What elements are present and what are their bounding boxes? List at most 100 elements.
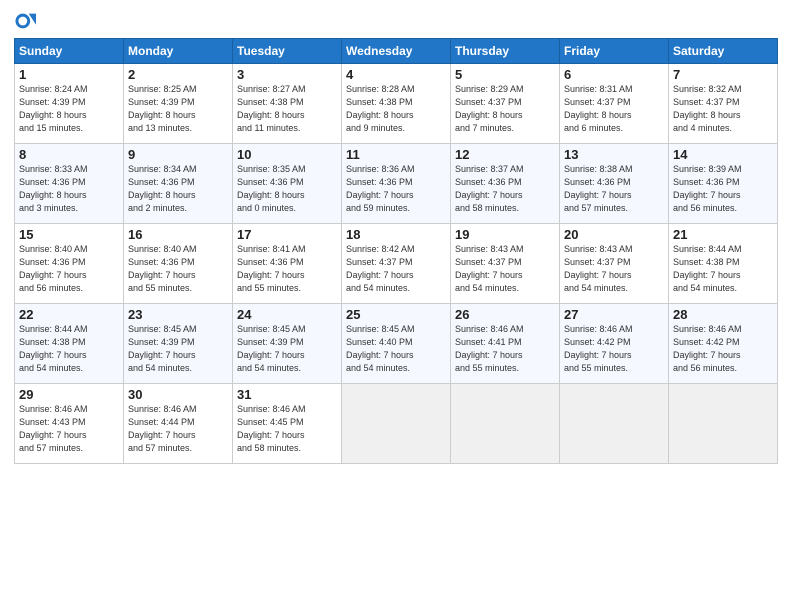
day-detail: Sunrise: 8:40 AM Sunset: 4:36 PM Dayligh… <box>128 243 228 295</box>
calendar-cell: 11Sunrise: 8:36 AM Sunset: 4:36 PM Dayli… <box>342 144 451 224</box>
day-detail: Sunrise: 8:35 AM Sunset: 4:36 PM Dayligh… <box>237 163 337 215</box>
day-number: 5 <box>455 67 555 82</box>
day-detail: Sunrise: 8:45 AM Sunset: 4:39 PM Dayligh… <box>128 323 228 375</box>
day-detail: Sunrise: 8:43 AM Sunset: 4:37 PM Dayligh… <box>455 243 555 295</box>
day-number: 10 <box>237 147 337 162</box>
day-detail: Sunrise: 8:29 AM Sunset: 4:37 PM Dayligh… <box>455 83 555 135</box>
day-number: 17 <box>237 227 337 242</box>
day-number: 11 <box>346 147 446 162</box>
day-detail: Sunrise: 8:46 AM Sunset: 4:45 PM Dayligh… <box>237 403 337 455</box>
calendar-cell: 25Sunrise: 8:45 AM Sunset: 4:40 PM Dayli… <box>342 304 451 384</box>
calendar-cell: 19Sunrise: 8:43 AM Sunset: 4:37 PM Dayli… <box>451 224 560 304</box>
day-detail: Sunrise: 8:34 AM Sunset: 4:36 PM Dayligh… <box>128 163 228 215</box>
calendar-cell: 10Sunrise: 8:35 AM Sunset: 4:36 PM Dayli… <box>233 144 342 224</box>
day-number: 8 <box>19 147 119 162</box>
calendar-header-tuesday: Tuesday <box>233 39 342 64</box>
page-container: SundayMondayTuesdayWednesdayThursdayFrid… <box>0 0 792 474</box>
day-number: 15 <box>19 227 119 242</box>
calendar-cell: 31Sunrise: 8:46 AM Sunset: 4:45 PM Dayli… <box>233 384 342 464</box>
day-number: 13 <box>564 147 664 162</box>
day-number: 22 <box>19 307 119 322</box>
day-detail: Sunrise: 8:27 AM Sunset: 4:38 PM Dayligh… <box>237 83 337 135</box>
calendar-cell: 14Sunrise: 8:39 AM Sunset: 4:36 PM Dayli… <box>669 144 778 224</box>
day-number: 9 <box>128 147 228 162</box>
calendar-header-row: SundayMondayTuesdayWednesdayThursdayFrid… <box>15 39 778 64</box>
day-number: 23 <box>128 307 228 322</box>
calendar-cell <box>342 384 451 464</box>
calendar-cell: 5Sunrise: 8:29 AM Sunset: 4:37 PM Daylig… <box>451 64 560 144</box>
day-detail: Sunrise: 8:42 AM Sunset: 4:37 PM Dayligh… <box>346 243 446 295</box>
day-number: 16 <box>128 227 228 242</box>
day-number: 29 <box>19 387 119 402</box>
calendar-cell: 28Sunrise: 8:46 AM Sunset: 4:42 PM Dayli… <box>669 304 778 384</box>
day-detail: Sunrise: 8:36 AM Sunset: 4:36 PM Dayligh… <box>346 163 446 215</box>
day-number: 26 <box>455 307 555 322</box>
day-number: 21 <box>673 227 773 242</box>
calendar-cell: 1Sunrise: 8:24 AM Sunset: 4:39 PM Daylig… <box>15 64 124 144</box>
logo-icon <box>14 10 36 32</box>
calendar-cell <box>560 384 669 464</box>
day-number: 31 <box>237 387 337 402</box>
calendar-header-thursday: Thursday <box>451 39 560 64</box>
day-detail: Sunrise: 8:39 AM Sunset: 4:36 PM Dayligh… <box>673 163 773 215</box>
day-detail: Sunrise: 8:32 AM Sunset: 4:37 PM Dayligh… <box>673 83 773 135</box>
day-number: 27 <box>564 307 664 322</box>
calendar-cell <box>669 384 778 464</box>
day-detail: Sunrise: 8:45 AM Sunset: 4:39 PM Dayligh… <box>237 323 337 375</box>
calendar-cell: 9Sunrise: 8:34 AM Sunset: 4:36 PM Daylig… <box>124 144 233 224</box>
calendar-cell: 29Sunrise: 8:46 AM Sunset: 4:43 PM Dayli… <box>15 384 124 464</box>
day-detail: Sunrise: 8:46 AM Sunset: 4:43 PM Dayligh… <box>19 403 119 455</box>
day-detail: Sunrise: 8:46 AM Sunset: 4:42 PM Dayligh… <box>673 323 773 375</box>
calendar-cell: 6Sunrise: 8:31 AM Sunset: 4:37 PM Daylig… <box>560 64 669 144</box>
calendar-header-sunday: Sunday <box>15 39 124 64</box>
day-number: 24 <box>237 307 337 322</box>
calendar-cell: 12Sunrise: 8:37 AM Sunset: 4:36 PM Dayli… <box>451 144 560 224</box>
calendar-header-wednesday: Wednesday <box>342 39 451 64</box>
day-detail: Sunrise: 8:43 AM Sunset: 4:37 PM Dayligh… <box>564 243 664 295</box>
day-detail: Sunrise: 8:46 AM Sunset: 4:42 PM Dayligh… <box>564 323 664 375</box>
calendar-cell: 27Sunrise: 8:46 AM Sunset: 4:42 PM Dayli… <box>560 304 669 384</box>
day-detail: Sunrise: 8:38 AM Sunset: 4:36 PM Dayligh… <box>564 163 664 215</box>
day-number: 19 <box>455 227 555 242</box>
day-number: 28 <box>673 307 773 322</box>
day-detail: Sunrise: 8:24 AM Sunset: 4:39 PM Dayligh… <box>19 83 119 135</box>
day-detail: Sunrise: 8:31 AM Sunset: 4:37 PM Dayligh… <box>564 83 664 135</box>
day-detail: Sunrise: 8:37 AM Sunset: 4:36 PM Dayligh… <box>455 163 555 215</box>
calendar-cell: 24Sunrise: 8:45 AM Sunset: 4:39 PM Dayli… <box>233 304 342 384</box>
calendar-cell: 22Sunrise: 8:44 AM Sunset: 4:38 PM Dayli… <box>15 304 124 384</box>
calendar-cell: 16Sunrise: 8:40 AM Sunset: 4:36 PM Dayli… <box>124 224 233 304</box>
day-number: 14 <box>673 147 773 162</box>
calendar-cell: 20Sunrise: 8:43 AM Sunset: 4:37 PM Dayli… <box>560 224 669 304</box>
calendar-cell: 4Sunrise: 8:28 AM Sunset: 4:38 PM Daylig… <box>342 64 451 144</box>
calendar-week-row: 29Sunrise: 8:46 AM Sunset: 4:43 PM Dayli… <box>15 384 778 464</box>
day-detail: Sunrise: 8:41 AM Sunset: 4:36 PM Dayligh… <box>237 243 337 295</box>
day-number: 2 <box>128 67 228 82</box>
calendar-header-saturday: Saturday <box>669 39 778 64</box>
calendar-cell: 23Sunrise: 8:45 AM Sunset: 4:39 PM Dayli… <box>124 304 233 384</box>
calendar-cell: 7Sunrise: 8:32 AM Sunset: 4:37 PM Daylig… <box>669 64 778 144</box>
calendar-cell: 2Sunrise: 8:25 AM Sunset: 4:39 PM Daylig… <box>124 64 233 144</box>
calendar-cell: 3Sunrise: 8:27 AM Sunset: 4:38 PM Daylig… <box>233 64 342 144</box>
calendar-week-row: 8Sunrise: 8:33 AM Sunset: 4:36 PM Daylig… <box>15 144 778 224</box>
calendar-cell: 21Sunrise: 8:44 AM Sunset: 4:38 PM Dayli… <box>669 224 778 304</box>
day-detail: Sunrise: 8:46 AM Sunset: 4:44 PM Dayligh… <box>128 403 228 455</box>
calendar-header-monday: Monday <box>124 39 233 64</box>
day-number: 12 <box>455 147 555 162</box>
calendar-cell: 15Sunrise: 8:40 AM Sunset: 4:36 PM Dayli… <box>15 224 124 304</box>
calendar-header-friday: Friday <box>560 39 669 64</box>
day-number: 4 <box>346 67 446 82</box>
calendar-table: SundayMondayTuesdayWednesdayThursdayFrid… <box>14 38 778 464</box>
calendar-cell: 30Sunrise: 8:46 AM Sunset: 4:44 PM Dayli… <box>124 384 233 464</box>
header <box>14 10 778 32</box>
calendar-week-row: 1Sunrise: 8:24 AM Sunset: 4:39 PM Daylig… <box>15 64 778 144</box>
day-detail: Sunrise: 8:40 AM Sunset: 4:36 PM Dayligh… <box>19 243 119 295</box>
day-detail: Sunrise: 8:28 AM Sunset: 4:38 PM Dayligh… <box>346 83 446 135</box>
day-detail: Sunrise: 8:25 AM Sunset: 4:39 PM Dayligh… <box>128 83 228 135</box>
day-number: 20 <box>564 227 664 242</box>
day-number: 1 <box>19 67 119 82</box>
calendar-week-row: 22Sunrise: 8:44 AM Sunset: 4:38 PM Dayli… <box>15 304 778 384</box>
day-number: 25 <box>346 307 446 322</box>
calendar-cell: 26Sunrise: 8:46 AM Sunset: 4:41 PM Dayli… <box>451 304 560 384</box>
day-number: 18 <box>346 227 446 242</box>
day-number: 6 <box>564 67 664 82</box>
